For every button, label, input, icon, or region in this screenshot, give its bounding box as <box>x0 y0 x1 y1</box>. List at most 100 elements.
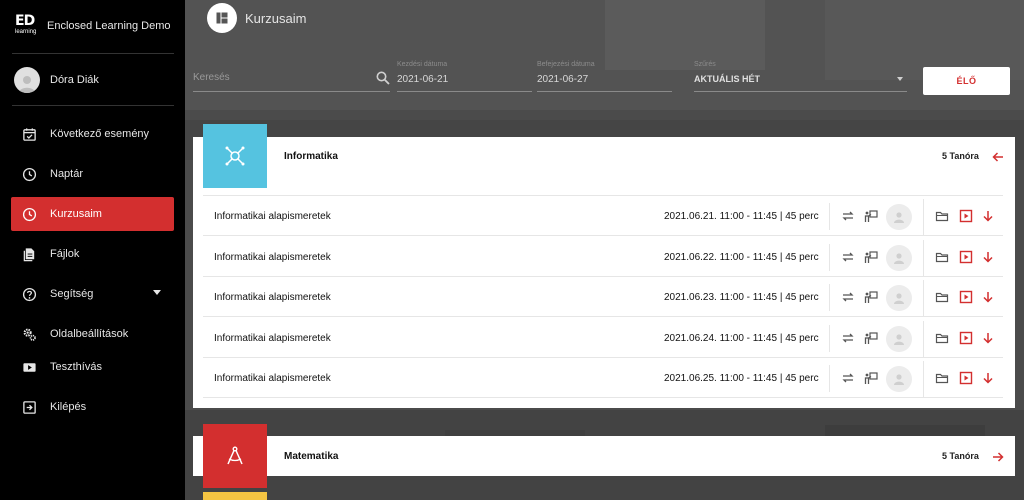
live-button[interactable]: ÉLŐ <box>923 67 1010 95</box>
arrow-down-icon[interactable] <box>981 209 995 223</box>
teacher-avatar <box>886 204 912 230</box>
arrow-down-icon[interactable] <box>981 290 995 304</box>
lesson-row[interactable]: Informatikai alapismeretek 2021.06.24. 1… <box>203 318 1003 358</box>
lesson-row[interactable]: Informatikai alapismeretek 2021.06.22. 1… <box>203 237 1003 277</box>
end-date-label: Befejezési dátuma <box>537 61 595 68</box>
row-divider <box>829 244 830 271</box>
help-icon <box>21 286 37 302</box>
play-icon[interactable] <box>959 331 973 345</box>
play-icon[interactable] <box>959 250 973 264</box>
search-field[interactable] <box>193 60 390 92</box>
repeat-icon[interactable] <box>841 290 855 304</box>
repeat-icon[interactable] <box>841 331 855 345</box>
app-logo: ED learning <box>14 13 40 37</box>
lesson-title: Informatikai alapismeretek <box>214 373 331 384</box>
play-icon[interactable] <box>959 371 973 385</box>
row-divider <box>923 240 924 276</box>
folder-icon[interactable] <box>935 290 949 304</box>
nav-item-page-settings[interactable]: Oldalbeállítások <box>11 317 174 351</box>
network-icon <box>225 146 245 166</box>
repeat-icon[interactable] <box>841 371 855 385</box>
teacher-board-icon[interactable] <box>864 209 878 223</box>
course-title: Matematika <box>284 451 339 462</box>
nav-item-label: Segítség <box>50 288 94 300</box>
nav-item-files[interactable]: Fájlok <box>11 237 174 271</box>
arrow-down-icon[interactable] <box>981 250 995 264</box>
app-name: Enclosed Learning Demo <box>47 20 171 32</box>
arrow-down-icon[interactable] <box>981 371 995 385</box>
nav-item-help[interactable]: Segítség <box>11 277 174 311</box>
row-divider <box>829 325 830 352</box>
folder-icon[interactable] <box>935 331 949 345</box>
lesson-time: 2021.06.25. 11:00 - 11:45 | 45 perc <box>664 373 819 384</box>
course-thumbnail <box>203 424 267 488</box>
nav-item-test-call[interactable]: Teszthívás <box>11 350 174 384</box>
teacher-board-icon[interactable] <box>864 290 878 304</box>
row-divider <box>923 361 924 397</box>
lesson-title: Informatikai alapismeretek <box>214 252 331 263</box>
play-icon[interactable] <box>959 209 973 223</box>
teacher-avatar <box>886 366 912 392</box>
arrow-left-icon[interactable] <box>991 150 1005 164</box>
teacher-board-icon[interactable] <box>864 371 878 385</box>
clock-icon <box>21 206 37 222</box>
compass-icon <box>227 446 243 465</box>
search-icon[interactable] <box>376 71 390 85</box>
logout-icon <box>21 399 37 415</box>
search-input[interactable] <box>193 72 373 83</box>
nav-item-label: Kurzusaim <box>50 208 102 220</box>
lesson-time: 2021.06.21. 11:00 - 11:45 | 45 perc <box>664 211 819 222</box>
teacher-avatar <box>886 326 912 352</box>
lesson-title: Informatikai alapismeretek <box>214 292 331 303</box>
dashboard-icon <box>216 12 228 24</box>
lesson-row[interactable]: Informatikai alapismeretek 2021.06.23. 1… <box>203 277 1003 317</box>
row-divider <box>923 321 924 357</box>
end-date-field[interactable]: Befejezési dátuma 2021-06-27 <box>537 60 672 92</box>
brand[interactable]: ED learning Enclosed Learning Demo <box>14 13 171 38</box>
arrow-right-icon[interactable] <box>991 450 1005 464</box>
lesson-row[interactable]: Informatikai alapismeretek 2021.06.21. 1… <box>203 196 1003 236</box>
header-icon-button <box>207 3 237 33</box>
chevron-down-icon[interactable] <box>153 290 161 295</box>
start-date-field[interactable]: Kezdési dátuma 2021-06-21 <box>397 60 532 92</box>
gears-icon <box>21 326 37 342</box>
nav-item-logout[interactable]: Kilépés <box>11 390 174 424</box>
teacher-board-icon[interactable] <box>864 250 878 264</box>
nav-item-next-event[interactable]: Következő esemény <box>11 117 174 151</box>
user-avatar <box>14 67 40 93</box>
lesson-time: 2021.06.24. 11:00 - 11:45 | 45 perc <box>664 333 819 344</box>
nav-item-label: Oldalbeállítások <box>50 328 129 340</box>
filter-select[interactable]: Szűrés AKTUÁLIS HÉT <box>694 60 907 92</box>
repeat-icon[interactable] <box>841 209 855 223</box>
repeat-icon[interactable] <box>841 250 855 264</box>
lesson-row[interactable]: Informatikai alapismeretek 2021.06.25. 1… <box>203 358 1003 398</box>
nav-item-label: Következő esemény <box>50 128 150 140</box>
lesson-time: 2021.06.22. 11:00 - 11:45 | 45 perc <box>664 252 819 263</box>
logo-subtext: learning <box>15 29 37 35</box>
start-date-label: Kezdési dátuma <box>397 61 448 68</box>
end-date-value: 2021-06-27 <box>537 74 589 85</box>
folder-icon[interactable] <box>935 209 949 223</box>
sidebar-divider <box>12 53 174 54</box>
sidebar: ED learning Enclosed Learning Demo Dóra … <box>0 0 185 500</box>
row-divider <box>829 203 830 230</box>
arrow-down-icon[interactable] <box>981 331 995 345</box>
row-divider <box>923 199 924 235</box>
lesson-count: 5 Tanóra <box>942 451 979 461</box>
course-thumbnail <box>203 492 267 500</box>
nav-item-label: Fájlok <box>50 248 80 260</box>
nav-item-label: Kilépés <box>50 401 87 413</box>
teacher-board-icon[interactable] <box>864 331 878 345</box>
filter-value: AKTUÁLIS HÉT <box>694 74 760 84</box>
teacher-avatar <box>886 285 912 311</box>
nav-item-my-courses[interactable]: Kurzusaim <box>11 197 174 231</box>
folder-icon[interactable] <box>935 371 949 385</box>
play-icon[interactable] <box>959 290 973 304</box>
nav-item-calendar[interactable]: Naptár <box>11 157 174 191</box>
user-profile[interactable]: Dóra Diák <box>14 67 99 93</box>
course-title: Informatika <box>284 151 338 162</box>
row-divider <box>829 284 830 311</box>
user-name: Dóra Diák <box>50 74 99 86</box>
folder-icon[interactable] <box>935 250 949 264</box>
chevron-down-icon <box>897 77 903 81</box>
